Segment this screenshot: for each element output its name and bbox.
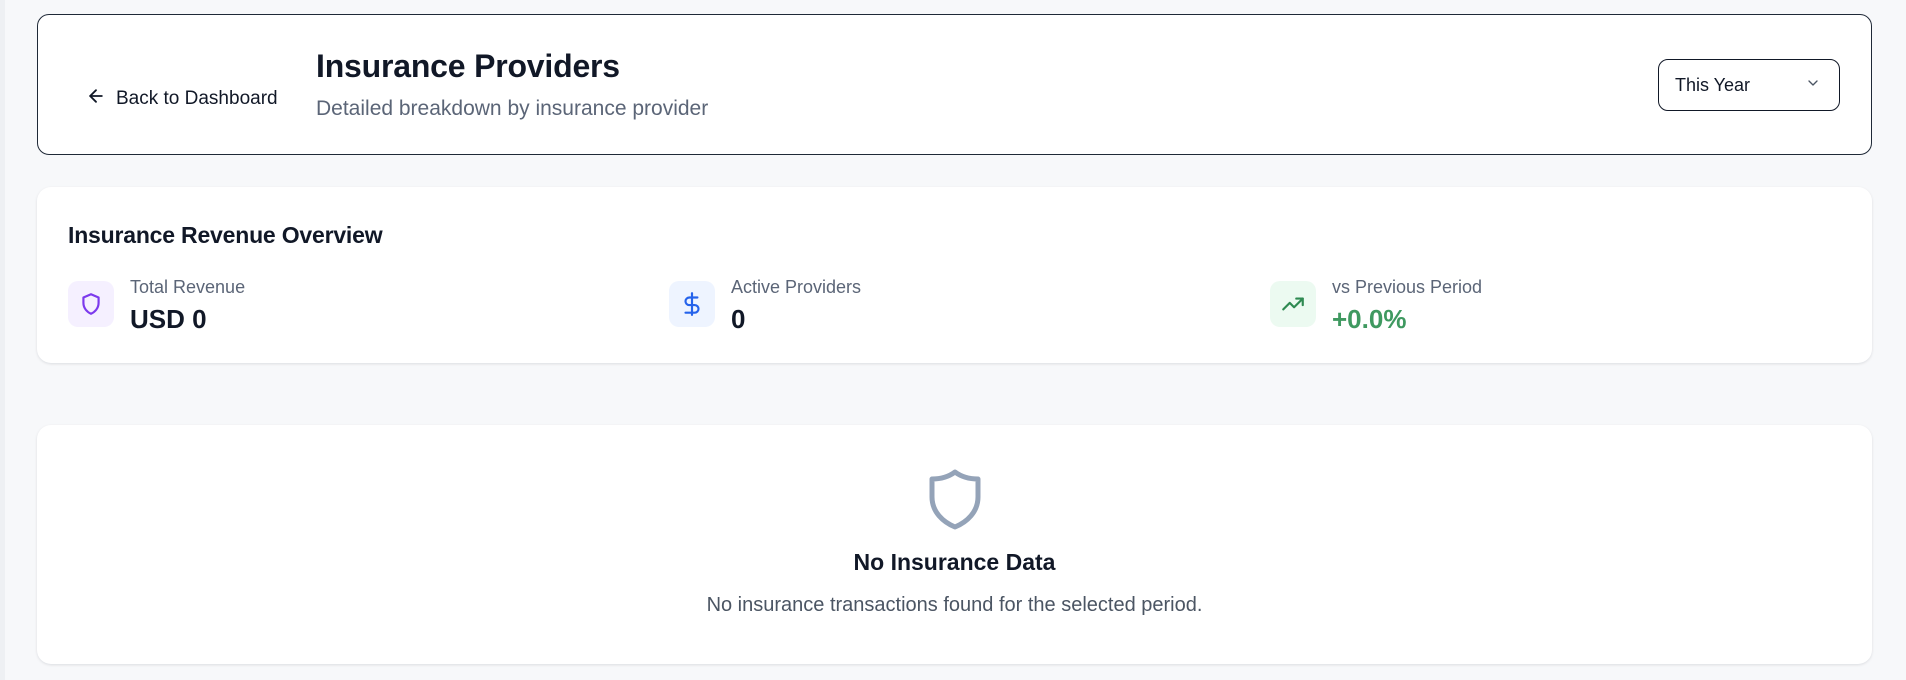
title-block: Insurance Providers Detailed breakdown b… [316,48,708,121]
period-select-value: This Year [1675,74,1751,95]
stat-total-revenue: Total Revenue USD 0 [68,277,245,335]
stat-active-providers: Active Providers 0 [669,277,861,335]
stat-value: USD 0 [130,304,207,334]
empty-state-title: No Insurance Data [853,549,1056,575]
back-to-dashboard-button[interactable]: Back to Dashboard [86,67,278,131]
stat-value: +0.0% [1332,304,1407,334]
period-select[interactable]: This Year [1658,59,1840,111]
shield-icon [68,281,114,327]
empty-state-card: No Insurance Data No insurance transacti… [37,425,1872,664]
stat-label: Total Revenue [130,277,246,297]
stat-vs-previous-period: vs Previous Period +0.0% [1270,277,1482,335]
stat-value: 0 [731,304,746,334]
left-rail [0,0,5,680]
overview-title: Insurance Revenue Overview [68,222,383,248]
trending-up-icon [1270,281,1316,327]
page-subtitle: Detailed breakdown by insurance provider [316,97,709,120]
arrow-left-icon [86,86,106,112]
stat-label: vs Previous Period [1332,277,1483,297]
page: Back to Dashboard Insurance Providers De… [0,0,1906,680]
stat-label: Active Providers [731,277,862,297]
header-card: Back to Dashboard Insurance Providers De… [37,14,1872,155]
empty-state-message: No insurance transactions found for the … [706,594,1203,616]
dollar-icon [669,281,715,327]
page-title: Insurance Providers [316,48,620,84]
chevron-down-icon [1805,75,1821,96]
shield-icon [925,467,985,531]
revenue-overview-card: Insurance Revenue Overview Total Revenue… [37,187,1872,363]
back-button-label: Back to Dashboard [116,88,278,109]
